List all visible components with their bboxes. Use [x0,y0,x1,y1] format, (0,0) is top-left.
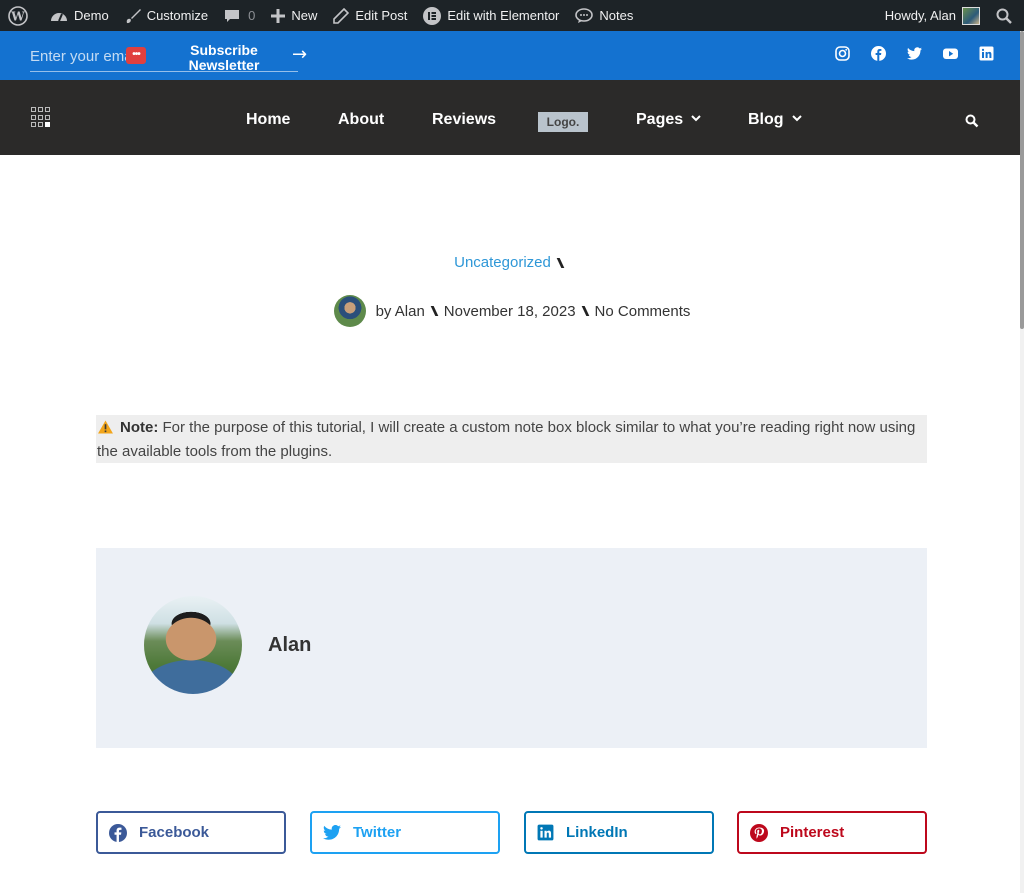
customize-button[interactable]: Customize [117,0,216,31]
linkedin-icon [537,824,554,841]
svg-text:W: W [10,9,25,23]
author-avatar [333,295,366,327]
admin-search-button[interactable] [988,0,1024,31]
share-linkedin-label: LinkedIn [566,824,628,841]
admin-avatar [962,6,980,25]
notes-bubble-icon [575,7,594,23]
instagram-icon[interactable] [835,46,850,61]
post-author[interactable]: by Alan [376,303,425,320]
linkedin-icon[interactable] [979,46,994,61]
note-label: Note: [120,419,159,436]
nav-home-label: Home [246,111,291,128]
search-icon [996,8,1012,24]
wordpress-logo-button[interactable]: W [0,0,42,31]
post-category: Uncategorized [0,254,1024,271]
site-name-label: Demo [74,8,109,23]
newsletter-form: ••• Subscribe Newsletter → [30,42,307,73]
site-logo[interactable]: Logo. [538,112,588,132]
post-comments[interactable]: No Comments [595,303,691,320]
search-icon[interactable] [965,114,979,128]
author-photo [144,596,242,694]
notes-label: Notes [599,8,634,23]
nav-about-label: About [338,111,385,128]
comment-icon [225,9,240,22]
notes-button[interactable]: Notes [567,0,641,31]
share-pinterest-label: Pinterest [780,824,845,841]
nav-item-pages[interactable]: Pages [636,111,701,129]
nav-item-about[interactable]: About [338,111,384,129]
social-links [835,46,994,61]
subscribe-line-1: Subscribe [190,42,258,58]
nav-item-home[interactable]: Home [246,111,290,129]
meta-separator [430,306,439,316]
comment-count: 0 [248,8,256,23]
pencil-icon [333,7,350,24]
dashboard-icon [51,12,67,21]
share-twitter-label: Twitter [353,824,402,841]
author-box: Alan [96,548,927,748]
post-meta: by Alan November 18, 2023 No Comments [0,295,1024,327]
chevron-down-icon [791,115,802,122]
author-name[interactable]: Alan [268,634,311,657]
admin-bar: W Demo Customize 0 New Edit Post Edit wi… [0,0,1024,31]
share-facebook-label: Facebook [139,824,210,841]
email-input[interactable] [30,44,126,68]
edit-post-label: Edit Post [355,8,408,23]
nav-reviews-label: Reviews [432,111,497,128]
share-linkedin-button[interactable]: LinkedIn [524,811,714,854]
elementor-label: Edit with Elementor [447,8,560,23]
my-account-button[interactable]: Howdy, Alan [877,0,988,31]
share-pinterest-button[interactable]: Pinterest [737,811,927,854]
twitter-icon [323,825,341,840]
meta-separator [581,306,589,316]
facebook-icon [109,823,127,842]
share-facebook-button[interactable]: Facebook [96,811,286,854]
customize-label: Customize [146,8,209,23]
share-twitter-button[interactable]: Twitter [310,811,500,854]
chevron-down-icon [691,115,701,122]
twitter-icon[interactable] [907,46,922,61]
edit-with-elementor-button[interactable]: Edit with Elementor [415,0,567,31]
scrollbar-thumb[interactable] [1020,31,1024,329]
subscribe-newsletter-button[interactable]: Subscribe Newsletter [180,43,268,73]
nav-item-reviews[interactable]: Reviews [432,111,496,129]
brush-icon [126,8,141,23]
howdy-label: Howdy, Alan [884,8,956,23]
new-content-button[interactable]: New [263,0,325,31]
new-label: New [291,8,318,23]
nav-blog-label: Blog [748,111,784,128]
plus-icon [271,8,286,23]
wordpress-icon: W [8,5,28,26]
note-text: For the purpose of this tutorial, I will… [97,419,916,460]
note-box: Note: For the purpose of this tutorial, … [96,415,927,463]
edit-post-button[interactable]: Edit Post [325,0,415,31]
facebook-icon[interactable] [871,46,886,61]
warning-icon [98,420,113,434]
main-navigation: Home About Reviews Logo. Pages Blog [0,80,1024,155]
grid-menu-icon[interactable] [31,107,52,128]
pinterest-icon [750,823,768,842]
password-manager-icon[interactable]: ••• [126,47,146,64]
elementor-icon [423,6,442,25]
newsletter-bar: ••• Subscribe Newsletter → [0,31,1024,80]
nav-pages-label: Pages [636,111,684,128]
comments-button[interactable]: 0 [216,0,263,31]
arrow-right-icon[interactable]: → [292,44,307,65]
meta-separator [556,258,565,268]
post-date: November 18, 2023 [443,302,576,320]
nav-item-blog[interactable]: Blog [748,111,802,129]
youtube-icon[interactable] [943,46,958,61]
subscribe-line-2: Newsletter [188,57,260,73]
category-link[interactable]: Uncategorized [454,254,551,271]
site-name-button[interactable]: Demo [42,0,117,31]
